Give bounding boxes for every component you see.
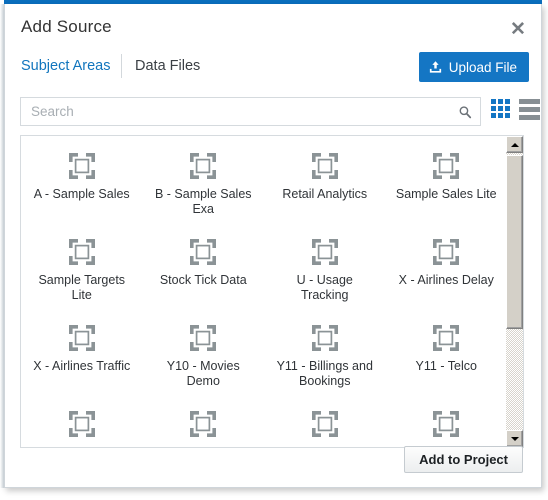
subject-area-icon: [68, 239, 95, 265]
subject-area-icon: [311, 239, 338, 265]
source-grid: A - Sample Sales B - Sample Sales Exa Re…: [21, 136, 508, 447]
subject-area-icon: [190, 153, 217, 179]
source-item[interactable]: X - Airlines Traffic: [21, 316, 143, 402]
source-item[interactable]: [143, 402, 265, 447]
source-item-label: Retail Analytics: [282, 187, 368, 201]
source-item-label: Y11 - Telco: [415, 359, 477, 373]
upload-file-button[interactable]: Upload File: [418, 52, 529, 82]
subject-area-icon: [68, 411, 95, 437]
scroll-down-arrow-icon[interactable]: [506, 430, 523, 447]
source-item-label: A - Sample Sales: [33, 187, 130, 201]
subject-area-icon: [190, 325, 217, 351]
subject-area-icon: [433, 325, 460, 351]
source-item[interactable]: Y11 - Telco: [386, 316, 508, 402]
source-item[interactable]: Stock Tick Data: [143, 230, 265, 316]
tab-subject-areas[interactable]: Subject Areas: [21, 58, 110, 74]
source-item[interactable]: Y11 - Billings and Bookings: [264, 316, 386, 402]
upload-tray-icon: [428, 60, 443, 75]
subject-area-icon: [190, 411, 217, 437]
source-item[interactable]: Retail Analytics: [264, 144, 386, 230]
upload-file-label: Upload File: [448, 59, 517, 75]
source-item-label: Y10 - Movies Demo: [166, 359, 240, 388]
add-source-dialog: Add Source ✕ Subject Areas Data Files Up…: [4, 4, 542, 488]
subject-area-icon: [433, 153, 460, 179]
source-item[interactable]: [21, 402, 143, 447]
subject-area-icon: [190, 239, 217, 265]
source-item[interactable]: B - Sample Sales Exa: [143, 144, 265, 230]
subject-area-icon: [311, 411, 338, 437]
source-item[interactable]: X - Airlines Delay: [386, 230, 508, 316]
page-title: Add Source: [21, 17, 112, 36]
search-box[interactable]: [20, 97, 481, 126]
source-item[interactable]: [264, 402, 386, 447]
source-item-label: U - Usage Tracking: [296, 273, 353, 302]
source-item[interactable]: Sample Sales Lite: [386, 144, 508, 230]
list-view-icon[interactable]: [519, 99, 540, 120]
source-item-label: B - Sample Sales Exa: [154, 187, 252, 216]
source-item[interactable]: A - Sample Sales: [21, 144, 143, 230]
tab-data-files[interactable]: Data Files: [135, 58, 200, 74]
source-item[interactable]: Sample Targets Lite: [21, 230, 143, 316]
subject-area-icon: [68, 153, 95, 179]
subject-area-icon: [311, 325, 338, 351]
source-item-label: X - Airlines Traffic: [33, 359, 131, 373]
subject-area-icon: [433, 239, 460, 265]
vertical-scrollbar[interactable]: [506, 136, 523, 447]
source-item[interactable]: Y10 - Movies Demo: [143, 316, 265, 402]
scroll-up-arrow-icon[interactable]: [506, 136, 523, 153]
source-item-label: Y11 - Billings and Bookings: [276, 359, 373, 388]
grid-view-icon[interactable]: [491, 99, 510, 118]
subject-area-icon: [68, 325, 95, 351]
source-item[interactable]: [386, 402, 508, 447]
subject-area-icon: [311, 153, 338, 179]
source-item[interactable]: U - Usage Tracking: [264, 230, 386, 316]
tab-divider: [121, 54, 122, 78]
search-input[interactable]: [21, 98, 480, 125]
scrollbar-thumb[interactable]: [506, 155, 523, 329]
tab-bar: Subject Areas Data Files Upload File: [5, 52, 541, 88]
source-list-panel: A - Sample Sales B - Sample Sales Exa Re…: [20, 135, 524, 448]
source-item-label: X - Airlines Delay: [398, 273, 494, 287]
add-to-project-button[interactable]: Add to Project: [404, 446, 523, 473]
magnifier-icon[interactable]: [458, 105, 472, 119]
source-item-label: Stock Tick Data: [159, 273, 247, 287]
source-item-label: Sample Sales Lite: [395, 187, 497, 201]
source-item-label: Sample Targets Lite: [38, 273, 126, 302]
close-icon[interactable]: ✕: [505, 18, 531, 42]
subject-area-icon: [433, 411, 460, 437]
